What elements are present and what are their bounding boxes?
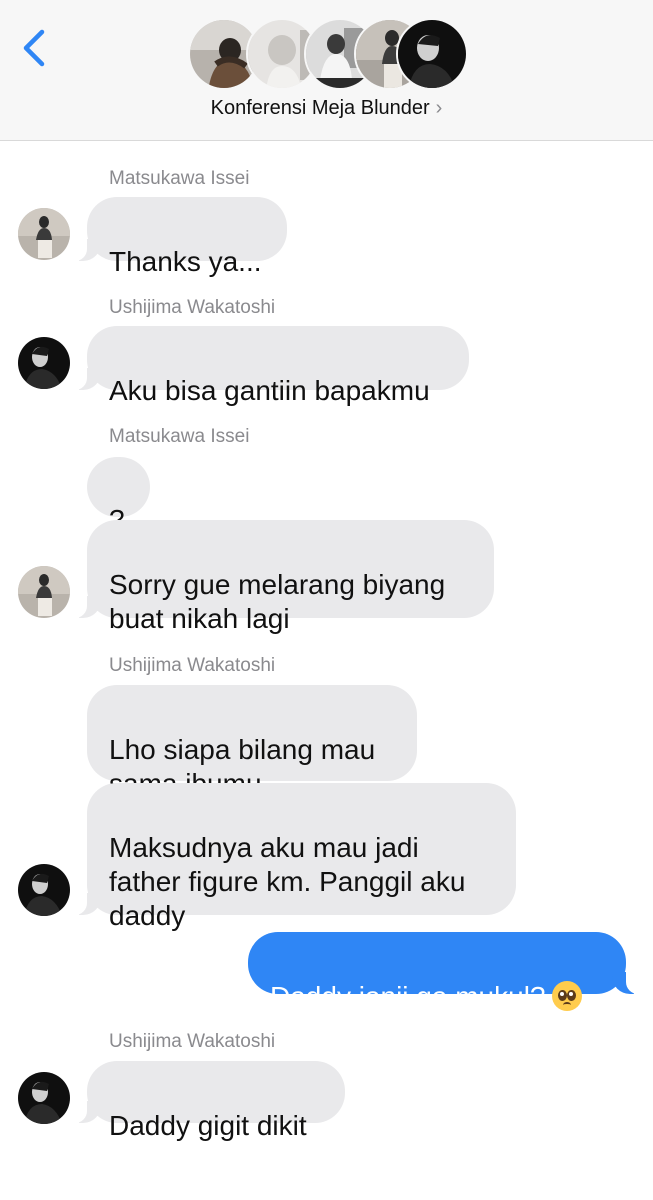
message-text: Daddy janji ga mukul? bbox=[270, 981, 546, 1012]
message-text: Daddy gigit dikit bbox=[109, 1110, 307, 1141]
message-text: Aku bisa gantiin bapakmu bbox=[109, 375, 430, 406]
sender-avatar[interactable] bbox=[18, 566, 70, 618]
message-bubble[interactable]: Maksudnya aku mau jadi father figure km.… bbox=[73, 783, 516, 931]
group-avatar-stack[interactable] bbox=[188, 18, 468, 90]
message-bubble[interactable]: Sorry gue melarang biyang buat nikah lag… bbox=[73, 520, 494, 634]
message-text: Sorry gue melarang biyang buat nikah lag… bbox=[109, 569, 446, 634]
sender-name: Matsukawa Issei bbox=[109, 168, 250, 189]
chevron-right-icon: › bbox=[435, 97, 443, 119]
group-name[interactable]: Konferensi Meja Blunder › bbox=[0, 97, 653, 120]
member-avatar bbox=[396, 18, 468, 90]
pleading-face-icon bbox=[551, 981, 582, 1011]
message-text: Maksudnya aku mau jadi father figure km.… bbox=[109, 832, 466, 931]
message-bubble[interactable]: Thanks ya... bbox=[73, 197, 287, 277]
sender-avatar[interactable] bbox=[18, 208, 70, 260]
chat-header: Konferensi Meja Blunder › bbox=[0, 0, 653, 141]
message-bubble[interactable]: Aku bisa gantiin bapakmu bbox=[73, 326, 469, 406]
sender-avatar[interactable] bbox=[18, 864, 70, 916]
group-name-label: Konferensi Meja Blunder bbox=[210, 97, 430, 119]
sender-avatar[interactable] bbox=[18, 337, 70, 389]
sender-name: Matsukawa Issei bbox=[109, 426, 250, 447]
back-button[interactable] bbox=[18, 26, 52, 70]
sender-avatar[interactable] bbox=[18, 1072, 70, 1124]
chevron-left-icon bbox=[23, 29, 45, 67]
message-bubble[interactable]: ? bbox=[87, 457, 150, 535]
sender-name: Ushijima Wakatoshi bbox=[109, 655, 276, 676]
sender-name: Ushijima Wakatoshi bbox=[109, 297, 276, 318]
sender-name: Ushijima Wakatoshi bbox=[109, 1031, 276, 1052]
message-bubble[interactable]: Daddy gigit dikit bbox=[73, 1061, 345, 1141]
outgoing-message-bubble[interactable]: Daddy janji ga mukul? bbox=[248, 932, 640, 1012]
message-text: Thanks ya... bbox=[109, 246, 262, 277]
message-bubble[interactable]: Lho siapa bilang mau sama ibumu bbox=[87, 685, 417, 799]
